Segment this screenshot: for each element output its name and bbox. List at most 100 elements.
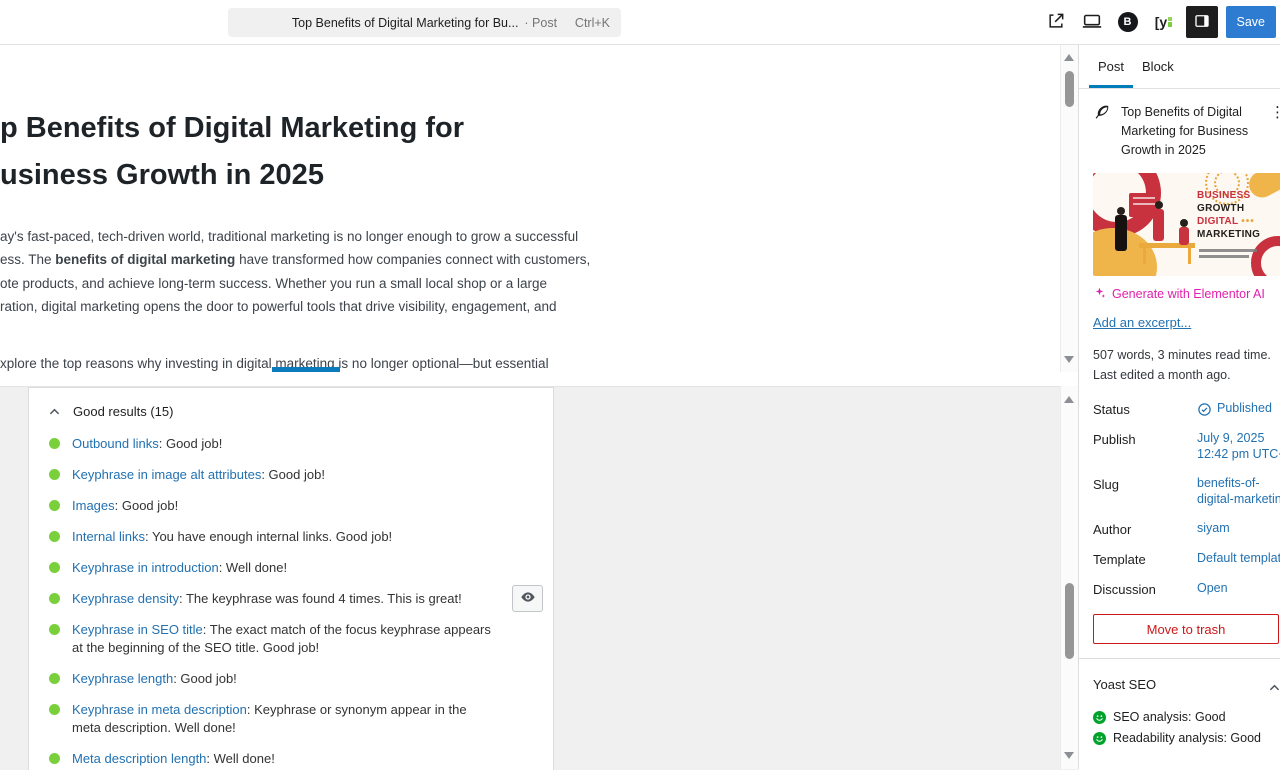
word-count-text: 507 words, 3 minutes read time. bbox=[1093, 345, 1280, 365]
summary-row-value[interactable]: Published bbox=[1197, 401, 1272, 417]
summary-row: PublishJuly 9, 202512:42 pm UTC+0 bbox=[1093, 431, 1280, 462]
yoast-check-link[interactable]: Images bbox=[72, 498, 115, 513]
analysis-result-text: Images: Good job! bbox=[72, 497, 178, 515]
smiley-icon bbox=[1093, 711, 1106, 724]
analysis-result-text: Keyphrase length: Good job! bbox=[72, 670, 237, 688]
scroll-up-arrow-icon[interactable] bbox=[1064, 396, 1074, 403]
yoast-check-link[interactable]: Outbound links bbox=[72, 436, 159, 451]
featured-image-person bbox=[1153, 201, 1164, 241]
kebab-menu-icon[interactable]: ⋮ bbox=[1270, 103, 1280, 121]
good-result-bullet bbox=[49, 438, 60, 449]
generate-with-elementor-ai-link[interactable]: Generate with Elementor AI bbox=[1093, 286, 1280, 302]
metabox-scrollbar-thumb[interactable] bbox=[1065, 583, 1074, 659]
eye-button[interactable] bbox=[512, 585, 543, 612]
preview-button[interactable] bbox=[1078, 6, 1106, 38]
post-summary-panel: Top Benefits of Digital Marketing for Bu… bbox=[1079, 89, 1280, 745]
metabox-scrollbar[interactable] bbox=[1060, 386, 1078, 769]
yoast-analysis-list: SEO analysis: Good Readability analysis: … bbox=[1093, 710, 1280, 745]
yoast-check-link[interactable]: Meta description length bbox=[72, 751, 206, 766]
yoast-check-link[interactable]: Keyphrase density bbox=[72, 591, 179, 606]
post-title-line: usiness Growth in 2025 bbox=[0, 152, 1060, 199]
chevron-up-icon bbox=[49, 404, 60, 419]
post-title-line: p Benefits of Digital Marketing for bbox=[0, 105, 1060, 152]
sparkle-ai-icon bbox=[1093, 286, 1106, 302]
chevron-up-icon bbox=[1269, 680, 1280, 695]
sidebar-toggle-icon bbox=[1193, 12, 1211, 33]
yoast-seo-score-button[interactable]: [y bbox=[1150, 6, 1178, 38]
good-result-bullet bbox=[49, 673, 60, 684]
yoast-check-link[interactable]: Keyphrase length bbox=[72, 671, 173, 686]
text-highlight-bar bbox=[272, 367, 340, 372]
editor-scrollbar[interactable] bbox=[1060, 45, 1078, 372]
summary-row: Slugbenefits-of-digital-marketing bbox=[1093, 476, 1280, 507]
plugin-button[interactable]: B bbox=[1114, 6, 1142, 38]
good-results-title: Good results (15) bbox=[73, 404, 173, 419]
good-result-bullet bbox=[49, 562, 60, 573]
yoast-check-link[interactable]: Keyphrase in image alt attributes bbox=[72, 467, 261, 482]
good-result-bullet bbox=[49, 500, 60, 511]
add-excerpt-link[interactable]: Add an excerpt... bbox=[1093, 315, 1191, 330]
command-document-title: Top Benefits of Digital Marketing for Bu… bbox=[292, 16, 519, 30]
plugin-b-icon: B bbox=[1118, 12, 1138, 32]
summary-row-value[interactable]: siyam bbox=[1197, 521, 1230, 537]
analysis-result-item: Outbound links: Good job! bbox=[49, 435, 543, 453]
yoast-check-link[interactable]: Keyphrase in meta description bbox=[72, 702, 247, 717]
header-actions: B [y Save bbox=[1042, 0, 1277, 44]
paragraph-line: ess. The benefits of digital marketing h… bbox=[0, 248, 1060, 271]
summary-row-label: Template bbox=[1093, 551, 1197, 567]
sidebar-tabs: Post Block bbox=[1079, 45, 1280, 89]
move-to-trash-button[interactable]: Move to trash bbox=[1093, 614, 1279, 644]
save-button[interactable]: Save bbox=[1226, 6, 1277, 38]
view-post-button[interactable] bbox=[1042, 6, 1070, 38]
smiley-icon bbox=[1093, 732, 1106, 745]
analysis-result-item: Keyphrase in SEO title: The exact match … bbox=[49, 621, 543, 657]
eye-icon bbox=[520, 589, 536, 608]
command-shortcut: Ctrl+K bbox=[575, 16, 610, 30]
analysis-result-item: Internal links: You have enough internal… bbox=[49, 528, 543, 546]
analysis-summary-item: Readability analysis: Good bbox=[1093, 731, 1280, 745]
yoast-check-link[interactable]: Keyphrase in SEO title bbox=[72, 622, 203, 637]
yoast-check-link[interactable]: Keyphrase in introduction bbox=[72, 560, 219, 575]
post-meta-info: 507 words, 3 minutes read time. Last edi… bbox=[1093, 345, 1280, 385]
post-paragraph[interactable]: ay's fast-paced, tech-driven world, trad… bbox=[0, 225, 1060, 318]
analysis-result-item: Images: Good job! bbox=[49, 497, 543, 515]
scroll-up-arrow-icon[interactable] bbox=[1064, 54, 1074, 61]
summary-row-label: Discussion bbox=[1093, 581, 1197, 597]
editor-scrollbar-thumb[interactable] bbox=[1065, 71, 1074, 107]
metabox-area: Good results (15) Outbound links: Good j… bbox=[0, 386, 1078, 770]
paragraph-line: ration, digital marketing opens the door… bbox=[0, 295, 1060, 318]
sidebar-post-title: Top Benefits of Digital Marketing for Bu… bbox=[1121, 103, 1253, 160]
analysis-result-text: Keyphrase density: The keyphrase was fou… bbox=[72, 590, 462, 608]
post-title-heading[interactable]: p Benefits of Digital Marketing for usin… bbox=[0, 105, 1060, 199]
analysis-result-item: Keyphrase in introduction: Well done! bbox=[49, 559, 543, 577]
header-toolbar: Top Benefits of Digital Marketing for Bu… bbox=[0, 0, 1280, 45]
summary-row: TemplateDefault template bbox=[1093, 551, 1280, 567]
good-result-bullet bbox=[49, 704, 60, 715]
summary-row-label: Slug bbox=[1093, 476, 1197, 507]
analysis-result-text: Meta description length: Well done! bbox=[72, 750, 275, 768]
yoast-score-icon: [y bbox=[1155, 14, 1172, 30]
summary-row-value[interactable]: Default template bbox=[1197, 551, 1280, 567]
featured-image[interactable]: BUSINESS GROWTH DIGITAL ••• MARKETING bbox=[1093, 173, 1280, 276]
scroll-down-arrow-icon[interactable] bbox=[1064, 752, 1074, 759]
scroll-down-arrow-icon[interactable] bbox=[1064, 356, 1074, 363]
good-result-bullet bbox=[49, 753, 60, 764]
post-summary-rows: StatusPublished PublishJuly 9, 202512:42 … bbox=[1093, 401, 1280, 597]
summary-row-value[interactable]: benefits-of-digital-marketing bbox=[1197, 476, 1280, 507]
good-results-list: Outbound links: Good job! Keyphrase in im… bbox=[49, 435, 543, 768]
tab-block[interactable]: Block bbox=[1133, 45, 1183, 88]
summary-row: StatusPublished bbox=[1093, 401, 1280, 417]
summary-row-value[interactable]: Open bbox=[1197, 581, 1228, 597]
yoast-seo-section-header[interactable]: Yoast SEO bbox=[1093, 677, 1280, 692]
summary-row-value[interactable]: July 9, 202512:42 pm UTC+0 bbox=[1197, 431, 1280, 462]
settings-sidebar-toggle[interactable] bbox=[1186, 6, 1218, 38]
summary-row: DiscussionOpen bbox=[1093, 581, 1280, 597]
good-results-header[interactable]: Good results (15) bbox=[49, 404, 543, 419]
tab-post[interactable]: Post bbox=[1089, 45, 1133, 88]
editor-canvas[interactable]: p Benefits of Digital Marketing for usin… bbox=[0, 45, 1060, 372]
featured-image-caption-line bbox=[1199, 255, 1249, 258]
good-result-bullet bbox=[49, 469, 60, 480]
analysis-summary-item: SEO analysis: Good bbox=[1093, 710, 1280, 724]
yoast-check-link[interactable]: Internal links bbox=[72, 529, 145, 544]
command-palette-bar[interactable]: Top Benefits of Digital Marketing for Bu… bbox=[228, 8, 621, 37]
